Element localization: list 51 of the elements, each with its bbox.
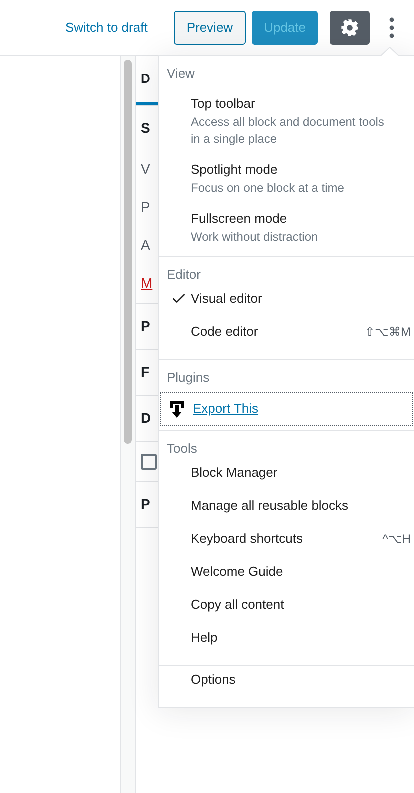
- panel-title[interactable]: P: [141, 316, 150, 337]
- menu-group-title: View: [167, 65, 195, 84]
- settings-button[interactable]: [330, 10, 370, 44]
- menu-item-label: Copy all content: [191, 596, 284, 614]
- menu-item[interactable]: Options: [159, 670, 414, 703]
- menu-item-label: Top toolbar: [191, 95, 256, 113]
- menu-item-label: Block Manager: [191, 464, 278, 482]
- menu-item[interactable]: Welcome Guide: [159, 562, 414, 595]
- download-arrow-icon: [169, 400, 185, 418]
- menu-item-description: Access all block and document tools in a single place: [191, 114, 386, 148]
- menu-item[interactable]: Fullscreen mode Work without distraction: [159, 203, 414, 252]
- menu-item-label: Keyboard shortcuts: [191, 530, 304, 548]
- menu-item[interactable]: Manage all reusable blocks: [159, 496, 414, 529]
- menu-item-label: Code editor: [191, 323, 258, 341]
- menu-item[interactable]: Help: [159, 628, 414, 661]
- menu-item-label: Spotlight mode: [191, 161, 278, 179]
- menu-item-label: Fullscreen mode: [191, 210, 288, 228]
- switch-to-draft-link[interactable]: Switch to draft: [65, 18, 148, 38]
- preview-button[interactable]: Preview: [174, 10, 246, 44]
- menu-item-label: Visual editor: [191, 290, 262, 308]
- settings-icon: [340, 18, 360, 38]
- checkbox[interactable]: [141, 454, 157, 470]
- setting-label: A: [141, 236, 150, 254]
- setting-label: P: [141, 198, 150, 216]
- panel-title: S: [141, 118, 150, 138]
- menu-item-label: Help: [191, 629, 218, 647]
- menu-item[interactable]: Export This: [160, 392, 413, 426]
- scrollbar-thumb[interactable]: [124, 60, 132, 444]
- menu-item[interactable]: Visual editor: [159, 289, 414, 322]
- more-vertical-icon: [389, 16, 395, 38]
- setting-label: V: [141, 160, 150, 178]
- menu-item-description: Work without distraction: [191, 229, 320, 246]
- plugin-link[interactable]: Export This: [193, 399, 259, 419]
- menu-group-title: Editor: [167, 266, 201, 284]
- menu-item[interactable]: Block Manager: [159, 463, 414, 496]
- menu-group-title: Tools: [167, 440, 198, 458]
- menu-item[interactable]: Keyboard shortcuts ^⌥H: [159, 529, 414, 562]
- menu-group-title: Plugins: [167, 369, 210, 388]
- menu-item[interactable]: Code editor ⇧⌥⌘M: [159, 322, 414, 355]
- panel-title[interactable]: F: [141, 362, 150, 383]
- panel-title[interactable]: D: [141, 408, 152, 429]
- menu-item-label: Manage all reusable blocks: [191, 497, 349, 515]
- panel-title[interactable]: P: [141, 494, 150, 515]
- keyboard-shortcut: ^⌥H: [382, 531, 411, 548]
- menu-item[interactable]: Spotlight mode Focus on one block at a time: [159, 154, 414, 203]
- trash-link[interactable]: M: [141, 273, 153, 294]
- keyboard-shortcut: ⇧⌥⌘M: [365, 324, 411, 341]
- menu-item-label: Options: [191, 671, 236, 689]
- menu-item-description: Focus on one block at a time: [191, 180, 346, 197]
- menu-item-label: Welcome Guide: [191, 563, 284, 581]
- menu-item[interactable]: Copy all content: [159, 595, 414, 628]
